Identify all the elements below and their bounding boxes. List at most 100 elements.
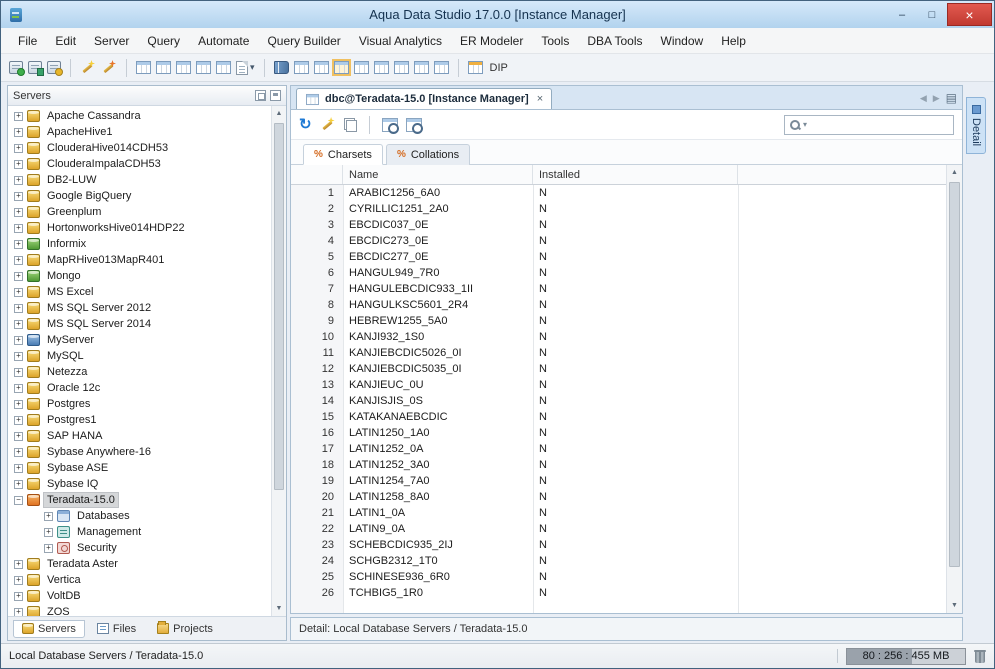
expand-expander-icon[interactable]: + [14, 159, 23, 169]
document-tab-instance-manager[interactable]: dbc@Teradata-15.0 [Instance Manager] × [296, 88, 553, 109]
export-grid-icon[interactable] [216, 61, 231, 74]
search-options-caret-icon[interactable]: ▾ [803, 120, 807, 129]
table-row[interactable]: 9 HEBREW1255_5A0 N [291, 313, 946, 329]
table-row[interactable]: 8 HANGULKSC5601_2R4 N [291, 297, 946, 313]
menu-item-file[interactable]: File [9, 30, 46, 52]
query-builder-icon[interactable] [101, 60, 117, 75]
tree-item-db2-luw[interactable]: + DB2-LUW [8, 172, 286, 188]
schema-browser-icon[interactable] [136, 61, 151, 74]
expand-expander-icon[interactable]: + [44, 543, 53, 553]
tree-item-voltdb[interactable]: + VoltDB [8, 588, 286, 604]
expand-expander-icon[interactable]: + [14, 447, 23, 457]
tree-item-mongo[interactable]: + Mongo [8, 268, 286, 284]
menu-item-help[interactable]: Help [712, 30, 755, 52]
expand-expander-icon[interactable]: + [14, 303, 23, 313]
tree-item-apachehive1[interactable]: + ApacheHive1 [8, 124, 286, 140]
menu-item-er-modeler[interactable]: ER Modeler [451, 30, 532, 52]
tree-item-mysql[interactable]: + MySQL [8, 348, 286, 364]
tree-item-teradata-15-0[interactable]: − Teradata-15.0 [8, 492, 286, 508]
menu-item-dba-tools[interactable]: DBA Tools [578, 30, 651, 52]
expand-expander-icon[interactable]: + [14, 111, 23, 121]
collapse-expander-icon[interactable]: − [14, 495, 23, 505]
maximize-button[interactable]: □ [917, 4, 947, 25]
tree-item-sap-hana[interactable]: + SAP HANA [8, 428, 286, 444]
tree-item-vertica[interactable]: + Vertica [8, 572, 286, 588]
tree-item-postgres[interactable]: + Postgres [8, 396, 286, 412]
table-row[interactable]: 18 LATIN1252_3A0 N [291, 457, 946, 473]
tree-item-teradata-aster[interactable]: + Teradata Aster [8, 556, 286, 572]
tree-item-databases[interactable]: + Databases [8, 508, 286, 524]
table-row[interactable]: 25 SCHINESE936_6R0 N [291, 569, 946, 585]
table-row[interactable]: 4 EBCDIC273_0E N [291, 233, 946, 249]
panel-tab-servers[interactable]: Servers [13, 619, 85, 638]
statistics-view-icon[interactable] [393, 61, 409, 74]
register-server-icon[interactable] [9, 61, 25, 76]
search-input[interactable] [809, 118, 949, 131]
expand-expander-icon[interactable]: + [14, 383, 23, 393]
tree-item-sybase-iq[interactable]: + Sybase IQ [8, 476, 286, 492]
table-row[interactable]: 23 SCHEBCDIC935_2IJ N [291, 537, 946, 553]
expand-expander-icon[interactable]: + [14, 431, 23, 441]
expand-expander-icon[interactable]: + [14, 175, 23, 185]
table-row[interactable]: 6 HANGUL949_7R0 N [291, 265, 946, 281]
expand-expander-icon[interactable]: + [14, 559, 23, 569]
tree-item-apache-cassandra[interactable]: + Apache Cassandra [8, 108, 286, 124]
tab-close-icon[interactable]: × [534, 93, 543, 105]
menu-item-server[interactable]: Server [85, 30, 138, 52]
sessions-view-icon[interactable] [313, 61, 329, 74]
expand-expander-icon[interactable]: + [14, 479, 23, 489]
expand-expander-icon[interactable]: + [14, 127, 23, 137]
table-row[interactable]: 24 SCHGB2312_1T0 N [291, 553, 946, 569]
expand-expander-icon[interactable]: + [14, 191, 23, 201]
tab-list-icon[interactable]: ▤ [946, 91, 957, 105]
tree-item-maprhive013mapr401[interactable]: + MapRHive013MapR401 [8, 252, 286, 268]
configuration-view-icon[interactable] [433, 61, 449, 74]
expand-expander-icon[interactable]: + [14, 351, 23, 361]
tree-item-oracle-12c[interactable]: + Oracle 12c [8, 380, 286, 396]
connect-server-icon[interactable] [28, 61, 44, 76]
menu-item-edit[interactable]: Edit [46, 30, 85, 52]
expand-expander-icon[interactable]: + [44, 527, 53, 537]
new-document-dropdown-caret[interactable]: ▾ [250, 62, 255, 73]
pin-panel-icon[interactable] [270, 90, 281, 101]
tree-item-google-bigquery[interactable]: + Google BigQuery [8, 188, 286, 204]
expand-expander-icon[interactable]: + [14, 335, 23, 345]
table-row[interactable]: 13 KANJIEUC_0U N [291, 377, 946, 393]
pivot-grid-icon[interactable] [196, 61, 211, 74]
table-row[interactable]: 11 KANJIEBCDIC5026_0I N [291, 345, 946, 361]
expand-expander-icon[interactable]: + [14, 287, 23, 297]
minimize-button[interactable]: – [887, 4, 917, 25]
tab-collations[interactable]: % Collations [385, 144, 471, 165]
expand-expander-icon[interactable]: + [14, 415, 23, 425]
scroll-up-icon[interactable]: ▲ [272, 106, 286, 121]
dip-icon[interactable] [467, 61, 483, 74]
menu-item-query[interactable]: Query [138, 30, 189, 52]
table-row[interactable]: 19 LATIN1254_7A0 N [291, 473, 946, 489]
tree-item-sybase-ase[interactable]: + Sybase ASE [8, 460, 286, 476]
expand-expander-icon[interactable]: + [14, 367, 23, 377]
table-row[interactable]: 12 KANJIEBCDIC5035_0I N [291, 361, 946, 377]
tree-vertical-scrollbar[interactable]: ▲ ▼ [271, 106, 286, 616]
tree-item-ms-sql-server-2014[interactable]: + MS SQL Server 2014 [8, 316, 286, 332]
expand-expander-icon[interactable]: + [14, 271, 23, 281]
app-icon[interactable] [8, 7, 24, 23]
expand-expander-icon[interactable]: + [14, 575, 23, 585]
copy-icon[interactable] [343, 117, 357, 132]
expand-expander-icon[interactable]: + [14, 255, 23, 265]
results-grid-icon[interactable] [176, 61, 191, 74]
server-properties-icon[interactable] [47, 61, 63, 76]
expand-expander-icon[interactable]: + [44, 511, 53, 521]
tree-item-clouderaimpalacdh53[interactable]: + ClouderaImpalaCDH53 [8, 156, 286, 172]
new-document-icon[interactable] [236, 60, 248, 75]
table-row[interactable]: 17 LATIN1252_0A N [291, 441, 946, 457]
tree-item-informix[interactable]: + Informix [8, 236, 286, 252]
expand-expander-icon[interactable]: + [14, 463, 23, 473]
table-row[interactable]: 14 KANJISJIS_0S N [291, 393, 946, 409]
table-row[interactable]: 22 LATIN9_0A N [291, 521, 946, 537]
view-script-icon[interactable] [405, 117, 423, 134]
expand-expander-icon[interactable]: + [14, 207, 23, 217]
close-button[interactable]: × [947, 3, 992, 26]
expand-expander-icon[interactable]: + [14, 591, 23, 601]
expand-expander-icon[interactable]: + [14, 607, 23, 616]
logs-view-icon[interactable] [413, 61, 429, 74]
